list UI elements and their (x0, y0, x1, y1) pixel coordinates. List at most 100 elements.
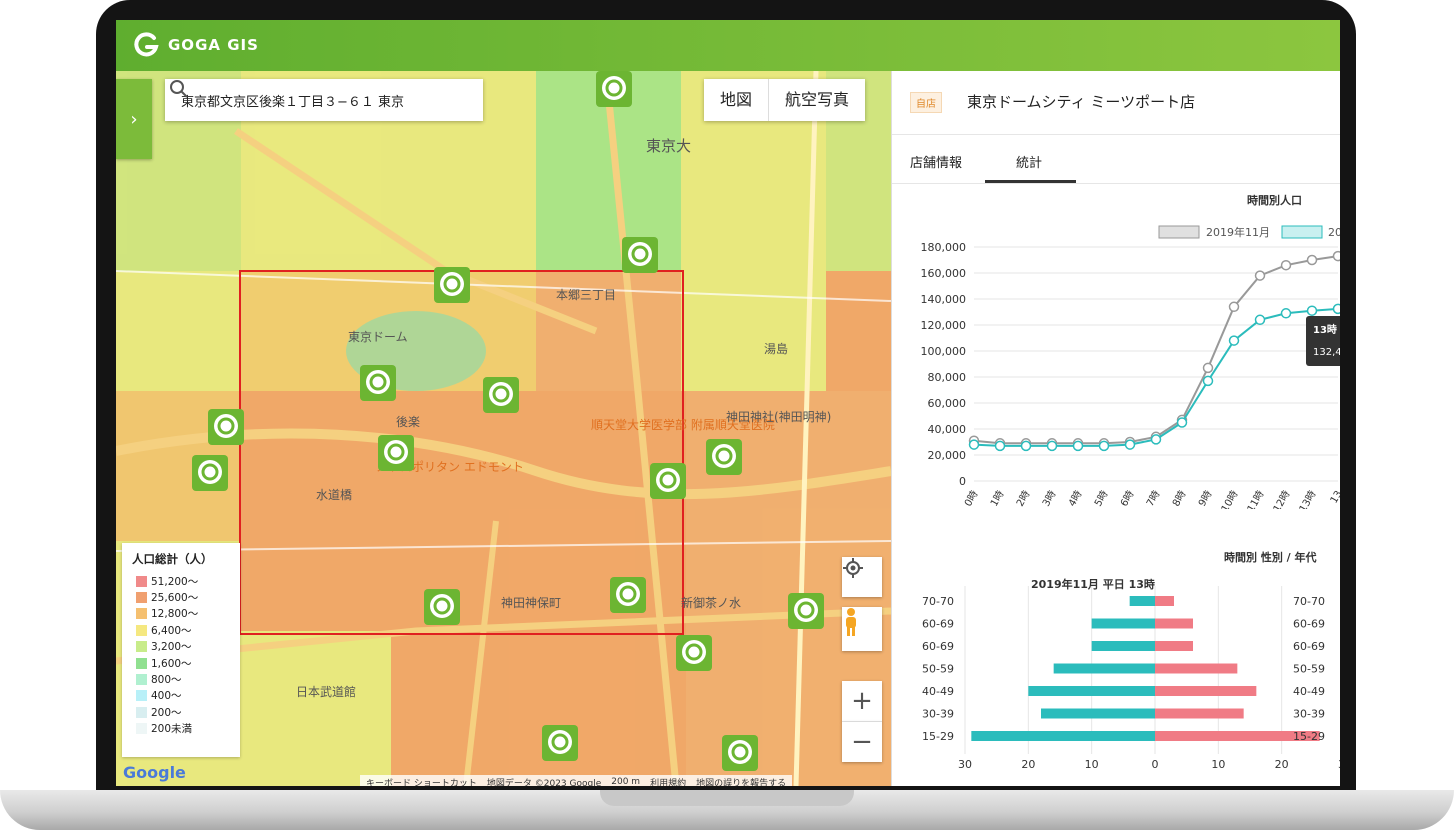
legend-label: 400〜 (151, 690, 182, 703)
sidebar-toggle-button[interactable]: › (116, 79, 152, 159)
report-error-link[interactable]: 地図の誤りを報告する (696, 776, 786, 787)
active-tab-indicator (985, 180, 1076, 183)
y-tick-label: 120,000 (921, 319, 967, 332)
legend-swatch (136, 624, 147, 636)
chart-tooltip (1306, 316, 1340, 366)
data-point (1124, 439, 1136, 450)
search-input[interactable] (179, 91, 443, 109)
store-marker[interactable] (434, 267, 470, 303)
male-bar (1091, 641, 1155, 651)
data-point (1072, 440, 1084, 452)
data-point (1202, 375, 1214, 387)
store-marker[interactable] (650, 463, 686, 499)
male-bar (1041, 708, 1155, 719)
tab-store-info[interactable]: 店舗情報 (910, 152, 962, 171)
tooltip-value: 132,4 (1313, 347, 1340, 358)
app-name: GOGA GIS (168, 36, 259, 54)
chevron-right-icon: › (130, 108, 138, 130)
x-tick-label: 13時 (1297, 489, 1319, 510)
male-bar (1028, 686, 1155, 696)
y-tick-label: 180,000 (921, 241, 967, 254)
data-point (1020, 440, 1032, 452)
pegman-icon (846, 608, 856, 636)
y-tick-label: 160,000 (921, 267, 967, 280)
age-label-left: 60-69 (922, 640, 954, 653)
store-marker[interactable] (378, 435, 414, 471)
female-bar (1155, 708, 1244, 719)
store-header: 自店 東京ドームシティ ミーツポート店 (892, 71, 1340, 135)
x-tick-label: 10時 (1219, 489, 1241, 510)
legend-swatch (136, 641, 147, 653)
data-point (1150, 434, 1162, 445)
scale-text: 200 m (611, 777, 641, 786)
map-label-korakuen: 後楽 (396, 415, 420, 429)
x-tick-label: 1時 (988, 489, 1007, 509)
search-box (165, 79, 483, 121)
legend-label: 2019年11月 (1206, 225, 1270, 239)
legend-label: 12,800〜 (151, 608, 199, 621)
keyboard-shortcuts-link[interactable]: キーボード ショートカット (366, 776, 477, 787)
y-tick-label: 80,000 (928, 371, 967, 384)
my-location-button[interactable] (842, 557, 882, 597)
legend-label: 1,600〜 (151, 657, 192, 670)
search-icon[interactable] (169, 79, 189, 99)
legend-label: 51,200〜 (151, 575, 199, 588)
data-point (1176, 417, 1188, 428)
store-marker[interactable] (208, 409, 244, 445)
map-label-tokyo-univ: 東京大 (646, 137, 691, 155)
store-marker[interactable] (596, 71, 632, 107)
store-marker[interactable] (192, 455, 228, 491)
map-type-map-button[interactable]: 地図 (704, 79, 768, 121)
data-point (1254, 270, 1266, 281)
data-point (1228, 335, 1240, 346)
gender-age-title: 時間別 性別 / 年代 (1224, 551, 1317, 564)
map-view[interactable]: 東京ドーム 後楽 神田神保町 東京大 湯島 新御茶ノ水 順天堂大学医学部 附属順… (116, 71, 891, 786)
store-marker[interactable] (788, 593, 824, 629)
tab-statistics[interactable]: 統計 (1016, 152, 1042, 171)
legend-swatch (1158, 225, 1200, 239)
map-label-suidobashi: 水道橋 (316, 488, 352, 502)
store-marker[interactable] (706, 439, 742, 475)
store-marker[interactable] (360, 365, 396, 401)
x-tick-label: 5時 (1092, 489, 1111, 509)
store-marker[interactable] (676, 635, 712, 671)
legend-item: 3,200〜 (136, 639, 240, 655)
population-legend: 人口総計（人） 51,200〜 25,600〜 12,800〜 6,400〜 3,200… (122, 543, 240, 757)
map-label-yushima: 湯島 (764, 341, 788, 356)
own-store-badge: 自店 (910, 92, 942, 113)
x-tick-label: 8時 (1170, 489, 1189, 509)
data-point (1098, 440, 1110, 452)
store-marker[interactable] (424, 589, 460, 625)
legend-item: 400〜 (136, 688, 240, 704)
store-marker[interactable] (542, 725, 578, 761)
x-tick-label: 7時 (1144, 489, 1163, 509)
crosshair-icon (843, 558, 863, 578)
series-line (973, 255, 1339, 445)
x-tick-label: 11時 (1245, 489, 1267, 510)
y-tick-label: 20,000 (928, 449, 967, 462)
x-tick-label: 6時 (1118, 489, 1137, 509)
terms-link[interactable]: 利用規約 (650, 776, 686, 787)
zoom-in-button[interactable]: + (842, 681, 882, 722)
legend-swatch (1281, 225, 1323, 239)
map-label-ochanomizu: 新御茶ノ水 (681, 595, 741, 610)
x-tick-label: 20 (1275, 758, 1289, 771)
hourly-population-chart[interactable]: 180,000 160,000 140,000 120,000 100,000 80,00… (892, 209, 1340, 509)
age-label-right: 60-69 (1293, 618, 1325, 631)
age-label-right: 30-39 (1293, 708, 1325, 721)
street-view-button[interactable] (842, 607, 882, 651)
age-label-left: 50-59 (922, 663, 954, 676)
store-marker[interactable] (483, 377, 519, 413)
store-marker[interactable] (622, 237, 658, 273)
map-type-satellite-button[interactable]: 航空写真 (768, 79, 865, 121)
app-logo[interactable]: GOGA GIS (132, 31, 259, 59)
zoom-out-button[interactable]: − (842, 722, 882, 762)
legend-swatch (136, 575, 147, 587)
map-data-text: 地図データ ©2023 Google (486, 778, 602, 787)
store-marker[interactable] (722, 735, 758, 771)
legend-item: 200未満 (136, 721, 240, 737)
store-marker[interactable] (610, 577, 646, 613)
map-label-tokyo-dome: 東京ドーム (348, 330, 408, 344)
store-detail-panel: 自店 東京ドームシティ ミーツポート店 店舗情報 統計 時間別人口 180,00… (891, 71, 1340, 786)
gender-age-chart[interactable]: 30 20 10 0 10 20 30 70-70 70-70 60-69 60-69 60-69 60… (892, 586, 1340, 786)
